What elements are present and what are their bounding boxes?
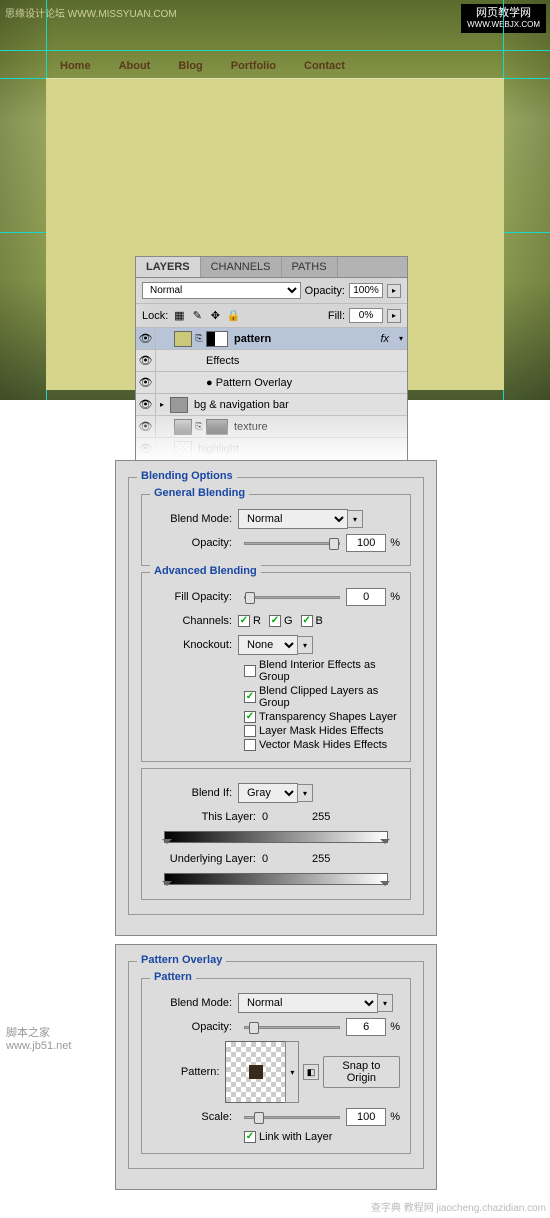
fill-opacity-label: Fill Opacity: bbox=[152, 591, 238, 603]
layer-texture[interactable]: 👁 ⎘ texture bbox=[136, 416, 407, 438]
pattern-flyout-icon[interactable]: ▾ bbox=[285, 1041, 299, 1103]
layer-pattern-overlay[interactable]: 👁 ● Pattern Overlay bbox=[136, 372, 407, 394]
nav-contact[interactable]: Contact bbox=[304, 60, 345, 72]
link-with-layer-checkbox[interactable]: Link with Layer bbox=[244, 1131, 400, 1143]
channel-r-checkbox[interactable]: R bbox=[238, 615, 261, 627]
pattern-swatch[interactable] bbox=[225, 1041, 286, 1103]
blend-if-label: Blend If: bbox=[152, 787, 238, 799]
tab-layers[interactable]: LAYERS bbox=[136, 257, 201, 277]
fill-label: Fill: bbox=[328, 310, 345, 322]
fill-flyout-icon[interactable]: ▸ bbox=[387, 309, 401, 323]
expand-icon[interactable]: ▸ bbox=[156, 400, 168, 409]
nav-home[interactable]: Home bbox=[60, 60, 91, 72]
layers-panel: LAYERS CHANNELS PATHS Normal Opacity: ▸ … bbox=[135, 256, 408, 461]
visibility-icon[interactable]: 👁 bbox=[136, 394, 156, 415]
this-layer-gradient[interactable] bbox=[152, 831, 400, 843]
vector-mask-hides-checkbox[interactable]: Vector Mask Hides Effects bbox=[244, 739, 400, 751]
layer-pattern[interactable]: 👁 ⎘ pattern fx ▾ bbox=[136, 328, 407, 350]
general-blending-title: General Blending bbox=[150, 487, 249, 499]
scale-label: Scale: bbox=[152, 1111, 238, 1123]
underlying-layer-gradient[interactable] bbox=[152, 873, 400, 885]
new-preset-icon[interactable]: ◧ bbox=[303, 1064, 318, 1080]
fx-badge[interactable]: fx bbox=[380, 333, 395, 345]
layer-effects[interactable]: 👁 Effects bbox=[136, 350, 407, 372]
blending-options-dialog: Blending Options General Blending Blend … bbox=[115, 460, 437, 936]
scale-input[interactable] bbox=[346, 1108, 386, 1126]
folder-icon bbox=[170, 397, 188, 413]
visibility-icon[interactable]: 👁 bbox=[136, 438, 156, 459]
link-icon: ⎘ bbox=[194, 333, 204, 344]
collapse-icon[interactable]: ▾ bbox=[395, 334, 407, 343]
bullet-icon: ● bbox=[206, 377, 216, 389]
this-layer-label: This Layer: bbox=[152, 811, 262, 823]
lock-brush-icon[interactable]: ✎ bbox=[190, 309, 204, 323]
underlying-layer-label: Underlying Layer: bbox=[152, 853, 262, 865]
lock-label: Lock: bbox=[142, 310, 168, 322]
snap-to-origin-button[interactable]: Snap to Origin bbox=[323, 1056, 400, 1088]
layer-mask-hides-checkbox[interactable]: Layer Mask Hides Effects bbox=[244, 725, 400, 737]
opacity-input[interactable] bbox=[349, 283, 383, 298]
opacity-label: Opacity: bbox=[152, 1021, 238, 1033]
pattern-overlay-title: Pattern Overlay bbox=[137, 954, 226, 966]
blend-clipped-checkbox[interactable]: Blend Clipped Layers as Group bbox=[244, 685, 400, 709]
blend-mode-select[interactable]: Normal bbox=[238, 509, 348, 529]
nav-about[interactable]: About bbox=[119, 60, 151, 72]
opacity-flyout-icon[interactable]: ▸ bbox=[387, 284, 401, 298]
dropdown-icon[interactable]: ▾ bbox=[377, 994, 393, 1012]
channels-label: Channels: bbox=[152, 615, 238, 627]
fill-input[interactable] bbox=[349, 308, 383, 323]
opacity-slider[interactable] bbox=[244, 542, 340, 545]
tab-channels[interactable]: CHANNELS bbox=[201, 257, 282, 277]
layer-thumb bbox=[174, 441, 192, 457]
fill-opacity-slider[interactable] bbox=[244, 596, 340, 599]
watermark-top-left: 思缘设计论坛 WWW.MISSYUAN.COM bbox=[5, 5, 177, 20]
layer-thumb bbox=[174, 419, 192, 435]
pattern-section-title: Pattern bbox=[150, 971, 196, 983]
opacity-input[interactable] bbox=[346, 534, 386, 552]
layer-mask-thumb bbox=[206, 331, 228, 347]
lock-transparency-icon[interactable]: ▦ bbox=[172, 309, 186, 323]
advanced-blending-title: Advanced Blending bbox=[150, 565, 261, 577]
nav-portfolio[interactable]: Portfolio bbox=[231, 60, 276, 72]
blending-options-title: Blending Options bbox=[137, 470, 237, 482]
channel-b-checkbox[interactable]: B bbox=[301, 615, 323, 627]
pattern-overlay-dialog: Pattern Overlay Pattern Blend Mode: Norm… bbox=[115, 944, 437, 1190]
dropdown-icon[interactable]: ▾ bbox=[347, 510, 363, 528]
nav-bar: Home About Blog Portfolio Contact bbox=[46, 54, 504, 78]
watermark-bottom-right: 查字典 教程网 jiaocheng.chazidian.com bbox=[371, 1199, 546, 1214]
opacity-slider[interactable] bbox=[244, 1026, 340, 1029]
tab-paths[interactable]: PATHS bbox=[282, 257, 338, 277]
lock-move-icon[interactable]: ✥ bbox=[208, 309, 222, 323]
channel-g-checkbox[interactable]: G bbox=[269, 615, 293, 627]
blend-if-select[interactable]: Gray bbox=[238, 783, 298, 803]
dropdown-icon[interactable]: ▾ bbox=[297, 636, 313, 654]
blend-interior-checkbox[interactable]: Blend Interior Effects as Group bbox=[244, 659, 400, 683]
dropdown-icon[interactable]: ▾ bbox=[297, 784, 313, 802]
blend-mode-select[interactable]: Normal bbox=[238, 993, 378, 1013]
opacity-label: Opacity: bbox=[152, 537, 238, 549]
blend-mode-label: Blend Mode: bbox=[152, 997, 238, 1009]
visibility-icon[interactable]: 👁 bbox=[136, 350, 156, 371]
layer-bg-nav[interactable]: 👁 ▸ bg & navigation bar bbox=[136, 394, 407, 416]
visibility-icon[interactable]: 👁 bbox=[136, 416, 156, 437]
fill-opacity-input[interactable] bbox=[346, 588, 386, 606]
watermark-bottom-left: 脚本之家 www.jb51.net bbox=[6, 1024, 71, 1052]
layer-thumb bbox=[174, 331, 192, 347]
pattern-label: Pattern: bbox=[152, 1066, 225, 1078]
visibility-icon[interactable]: 👁 bbox=[136, 328, 156, 349]
opacity-input[interactable] bbox=[346, 1018, 386, 1036]
layer-highlight[interactable]: 👁 highlight bbox=[136, 438, 407, 460]
layer-mask-thumb bbox=[206, 419, 228, 435]
link-icon: ⎘ bbox=[194, 421, 204, 432]
opacity-label: Opacity: bbox=[305, 285, 345, 297]
knockout-select[interactable]: None bbox=[238, 635, 298, 655]
scale-slider[interactable] bbox=[244, 1116, 340, 1119]
nav-blog[interactable]: Blog bbox=[178, 60, 202, 72]
visibility-icon[interactable]: 👁 bbox=[136, 372, 156, 393]
knockout-label: Knockout: bbox=[152, 639, 238, 651]
lock-all-icon[interactable]: 🔒 bbox=[226, 309, 240, 323]
blend-mode-select[interactable]: Normal bbox=[142, 282, 301, 299]
transparency-shapes-checkbox[interactable]: Transparency Shapes Layer bbox=[244, 711, 400, 723]
blend-mode-label: Blend Mode: bbox=[152, 513, 238, 525]
